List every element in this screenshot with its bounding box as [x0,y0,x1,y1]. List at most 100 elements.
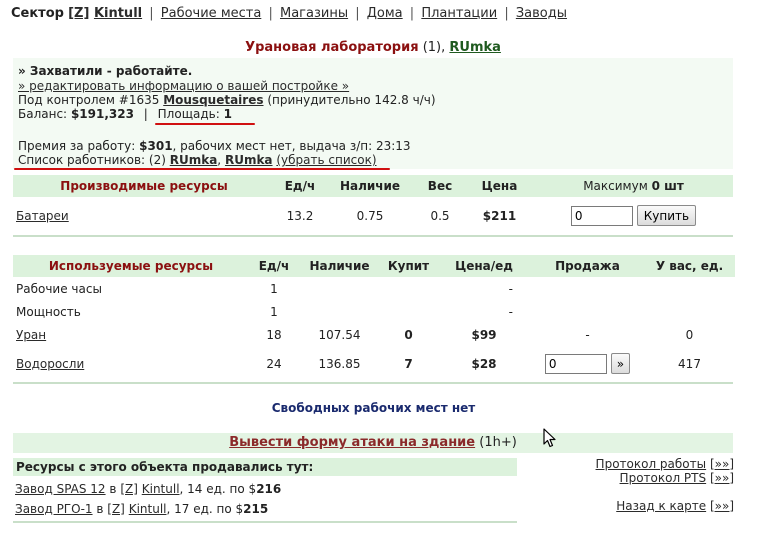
sold-price: 215 [243,502,269,516]
in-word: в [96,502,104,516]
used-header-rate: Ед/ч [249,255,299,277]
sector-link[interactable]: Kintull [129,502,167,516]
resource-link-uranium[interactable]: Уран [16,328,46,342]
nav-separator: | [504,6,509,21]
nav-link-factories[interactable]: Заводы [516,6,567,21]
buy-button[interactable]: Купить [636,205,697,226]
clan-tag-link[interactable]: [Z] [107,502,125,516]
worker-link[interactable]: RUmka [170,153,218,167]
produced-resources-table: Производимые ресурсы Ед/ч Наличие Вес Це… [13,175,733,234]
used-header-price: Цена/ед [437,255,531,277]
sale-quantity-input[interactable] [544,353,607,374]
pts-log-row: Протокол PTS [»»] [620,471,734,485]
max-label: Максимум [583,179,648,193]
worker-separator: , [217,153,222,167]
produced-rate: 13.2 [286,208,314,223]
building-level: (1), [422,40,446,55]
workers-highlight-mark [14,168,390,170]
used-sale: - [585,327,590,342]
nav-link-houses[interactable]: Дома [367,6,403,21]
work-log-arrow-link[interactable]: [»»] [710,457,734,471]
table-row: Мощность 1 - [13,300,735,323]
used-rate: 18 [266,327,282,342]
work-log-link[interactable]: Протокол работы [596,457,707,471]
used-price: - [508,304,513,319]
used-have: 0 [685,327,694,342]
clan-tag-link[interactable]: [Z] [120,482,138,496]
remove-list-link[interactable]: (убрать список) [276,153,376,167]
nav-separator: | [149,6,154,21]
free-places-notice: Свободных рабочих мест нет [271,401,476,415]
edit-building-info-link[interactable]: » редактировать информацию о вашей постр… [18,79,349,93]
balance-divider: | [143,107,148,121]
used-rate: 1 [270,304,278,319]
sector-link[interactable]: Kintull [142,482,180,496]
back-map-row: Назад к карте [»»] [616,499,734,513]
sale-controls: » [531,346,644,381]
area-label: Площадь: [157,107,220,121]
sold-here-header: Ресурсы с этого объекта продавались тут: [13,458,517,476]
used-price: $99 [471,327,497,342]
buy-controls: Купить [534,197,733,234]
bonus-value: $301 [139,139,173,153]
mouse-cursor-icon [543,428,556,448]
work-log-row: Протокол работы [»»] [596,457,734,471]
used-name: Рабочие часы [16,281,102,296]
control-group-link[interactable]: Mousquetaires [163,93,263,107]
produced-header-weight: Вес [415,175,465,197]
used-buys: 0 [404,327,413,342]
area-value: 1 [223,107,232,121]
used-header-stock: Наличие [299,255,380,277]
pts-log-arrow-link[interactable]: [»»] [710,471,734,485]
bonus-label: Премия за работу: [18,139,136,153]
produced-price: $211 [482,208,517,223]
back-to-map-link[interactable]: Назад к карте [616,499,706,513]
control-prefix: Под контролем #1635 [18,93,160,107]
sell-button[interactable]: » [610,353,631,374]
divider [13,235,733,237]
sold-qty: , 17 ед. по $ [166,502,244,516]
clan-tag-link[interactable]: [Z] [68,6,89,21]
resource-link-batteries[interactable]: Батареи [16,209,69,223]
factory-link[interactable]: Завод SPAS 12 [15,482,106,496]
back-to-map-arrow-link[interactable]: [»»] [710,499,734,513]
capture-status: » Захватили - работайте. [18,64,193,78]
attack-form-link[interactable]: Вывести форму атаки на здание [229,435,475,450]
list-item: Завод SPAS 12 в [Z] Kintull, 14 ед. по $… [15,482,281,496]
produced-header-rate: Ед/ч [275,175,325,197]
used-price: - [508,281,513,296]
pts-log-link[interactable]: Протокол PTS [620,471,707,485]
workers-line: Список работников: (2) RUmka, RUmka (убр… [18,153,377,167]
used-rate: 24 [266,356,282,371]
sold-price: 216 [256,482,282,496]
buy-quantity-input[interactable] [570,205,633,226]
balance-label: Баланс: [18,107,68,121]
factory-link[interactable]: Завод РГО-1 [15,502,93,516]
attack-bar: Вывести форму атаки на здание (1h+) [13,433,733,453]
nav-link-plantations[interactable]: Плантации [421,6,497,21]
used-header-name: Используемые ресурсы [13,255,249,277]
used-rate: 1 [270,281,278,296]
produced-header-name: Производимые ресурсы [13,175,275,197]
nav-separator: | [355,6,360,21]
resource-link-algae[interactable]: Водоросли [16,357,84,371]
control-line: Под контролем #1635 Mousquetaires (прину… [18,93,436,107]
nav-separator: | [409,6,415,21]
workers-label: Список работников: (2) [18,153,166,167]
used-header-sale: Продажа [531,255,644,277]
worker-link[interactable]: RUmka [225,153,273,167]
produced-header-stock: Наличие [325,175,415,197]
building-owner-link[interactable]: RUmka [449,40,501,55]
used-buys: 7 [404,356,413,371]
sector-name-link[interactable]: Kintull [94,6,142,21]
status-line: » Захватили - работайте. [18,64,192,78]
nav-link-shops[interactable]: Магазины [280,6,348,21]
sold-qty: , 14 ед. по $ [179,482,257,496]
balance-value: $191,323 [70,107,134,121]
used-header-have: У вас, ед. [644,255,735,277]
produced-header-max: Максимум 0 шт [534,175,733,197]
balance-line: Баланс: $191,323 | Площадь: 1 [18,107,232,121]
building-name: Урановая лаборатория [245,40,419,55]
nav-link-workplaces[interactable]: Рабочие места [161,6,262,21]
in-word: в [109,482,117,496]
